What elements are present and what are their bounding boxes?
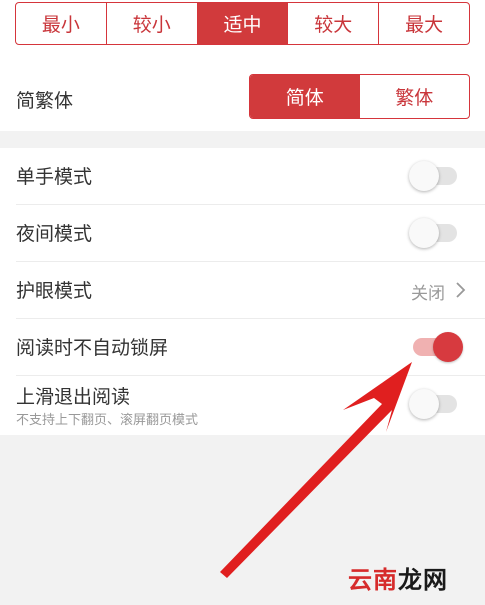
eye-care-mode-value: 关闭 [411, 284, 445, 304]
swipe-exit-toggle[interactable] [409, 389, 457, 419]
font-size-option-largest[interactable]: 最大 [379, 3, 469, 44]
swipe-exit-row[interactable]: 上滑退出阅读 不支持上下翻页、滚屏翻页模式 [0, 376, 485, 435]
font-size-option-smallest[interactable]: 最小 [16, 3, 107, 44]
watermark-part2: 龙网 [398, 566, 448, 594]
font-size-option-smaller[interactable]: 较小 [107, 3, 198, 44]
watermark: 云南龙网 [348, 560, 448, 595]
one-hand-mode-row[interactable]: 单手模式 [0, 148, 485, 204]
no-autolock-toggle[interactable] [413, 332, 463, 362]
font-size-selector: 最小 较小 适中 较大 最大 [15, 2, 470, 45]
one-hand-mode-toggle[interactable] [409, 161, 457, 191]
script-label: 简繁体 [16, 90, 74, 112]
night-mode-row[interactable]: 夜间模式 [0, 205, 485, 261]
reading-settings-section: 单手模式 夜间模式 护眼模式 关闭 阅读时不自动锁屏 上滑退出阅读 不支持上下翻… [0, 148, 485, 435]
eye-care-mode-row[interactable]: 护眼模式 关闭 [0, 262, 485, 318]
swipe-exit-sublabel: 不支持上下翻页、滚屏翻页模式 [16, 413, 199, 428]
swipe-exit-label: 上滑退出阅读 [16, 386, 131, 408]
toggle-knob [409, 161, 439, 191]
no-autolock-label: 阅读时不自动锁屏 [16, 337, 169, 359]
eye-care-mode-label: 护眼模式 [16, 280, 93, 302]
no-autolock-row[interactable]: 阅读时不自动锁屏 [0, 319, 485, 375]
one-hand-mode-label: 单手模式 [16, 166, 93, 188]
script-option-simplified[interactable]: 简体 [250, 75, 360, 118]
toggle-knob [433, 332, 463, 362]
chevron-right-icon [456, 282, 466, 298]
night-mode-label: 夜间模式 [16, 223, 93, 245]
script-option-traditional[interactable]: 繁体 [360, 75, 470, 118]
script-selector: 简体 繁体 [249, 74, 470, 119]
font-size-option-larger[interactable]: 较大 [288, 3, 380, 44]
night-mode-toggle[interactable] [409, 218, 457, 248]
font-settings-section: 最小 较小 适中 较大 最大 简繁体 简体 繁体 [0, 0, 485, 131]
toggle-knob [409, 389, 439, 419]
toggle-knob [409, 218, 439, 248]
watermark-part1: 云南 [348, 566, 398, 594]
font-size-option-medium[interactable]: 适中 [197, 3, 289, 44]
